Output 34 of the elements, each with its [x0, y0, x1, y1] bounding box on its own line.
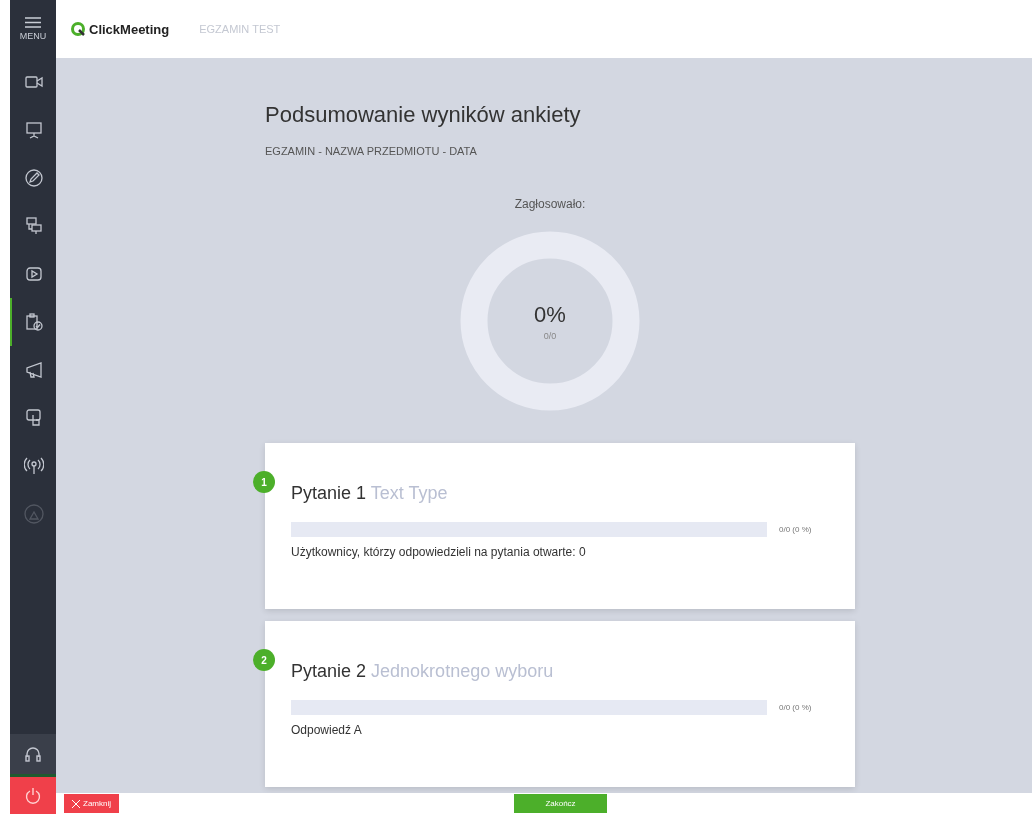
question-title: Pytanie 2	[291, 661, 367, 681]
close-button[interactable]: Zamknij	[64, 794, 119, 813]
headset-button[interactable]	[10, 734, 56, 774]
power-button[interactable]	[10, 774, 56, 814]
question-title: Pytanie 1	[291, 483, 367, 503]
broadcast-icon	[24, 456, 44, 476]
question-type: Text Type	[370, 483, 448, 503]
question-number-badge: 1	[253, 471, 275, 493]
page-title: Podsumowanie wyników ankiety	[265, 102, 582, 128]
headset-icon	[24, 745, 42, 763]
vote-count: 0/0	[543, 330, 557, 341]
touch-icon	[24, 408, 44, 428]
brand-name: ClickMeeting	[89, 21, 170, 37]
answer-result: 0/0 (0 %)	[779, 703, 812, 712]
answer-label: Użytkownicy, którzy odpowiedzieli na pytania otwarte: 0	[291, 545, 587, 559]
vote-percent: 0%	[534, 301, 566, 328]
question-type: Jednokrotnego wyboru	[371, 661, 554, 681]
survey-icon	[24, 312, 44, 332]
presentation-icon	[24, 120, 44, 140]
screens-icon	[24, 216, 44, 236]
answer-label: Odpowiedź A	[291, 723, 363, 737]
megaphone-icon	[24, 360, 44, 380]
video-icon	[24, 264, 44, 284]
event-title: EGZAMIN TEST	[199, 23, 281, 35]
menu-icon	[25, 17, 41, 28]
pen-icon	[24, 168, 44, 188]
logo-icon	[70, 21, 86, 37]
question-number-badge: 2	[253, 649, 275, 671]
power-icon	[24, 786, 42, 805]
voted-label: Zagłosowało:	[514, 197, 586, 211]
close-icon	[72, 799, 80, 808]
finish-button[interactable]: Zakończ	[514, 794, 607, 813]
answer-result: 0/0 (0 %)	[779, 525, 812, 534]
page-subtitle: EGZAMIN - NAZWA PRZEDMIOTU - DATA	[265, 145, 478, 157]
